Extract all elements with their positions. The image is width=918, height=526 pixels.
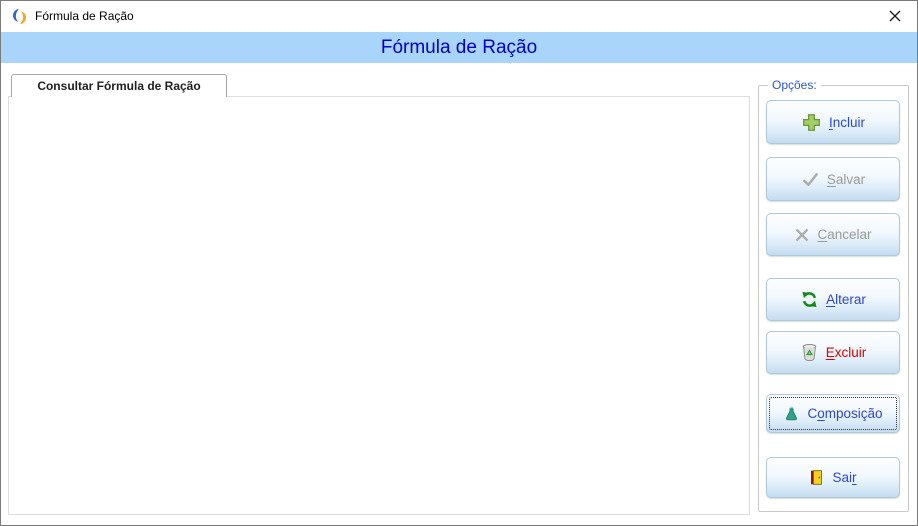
tab-page <box>8 96 750 515</box>
cancelar-button[interactable]: Cancelar <box>766 213 900 256</box>
incluir-button[interactable]: Incluir <box>766 100 900 144</box>
flask-icon <box>783 405 800 422</box>
excluir-button[interactable]: Excluir <box>766 331 900 374</box>
incluir-label: Incluir <box>829 115 865 130</box>
plus-icon <box>801 112 822 133</box>
alterar-button[interactable]: Alterar <box>766 278 900 321</box>
alterar-label: Alterar <box>826 292 866 307</box>
title-bar: Fórmula de Ração <box>1 1 917 32</box>
refresh-icon <box>800 290 819 309</box>
trash-icon <box>800 343 819 362</box>
window-title: Fórmula de Ração <box>35 9 134 23</box>
app-window: Fórmula de Ração Fórmula de Ração Consul… <box>0 0 918 526</box>
check-icon <box>801 170 820 189</box>
sair-label: Sair <box>832 470 856 485</box>
composicao-label: Composição <box>807 406 882 421</box>
page-title: Fórmula de Ração <box>381 37 537 59</box>
excluir-label: Excluir <box>826 345 867 360</box>
sair-button[interactable]: Sair <box>766 457 900 498</box>
tab-consultar[interactable]: Consultar Fórmula de Ração <box>11 74 227 97</box>
header-band: Fórmula de Ração <box>1 32 917 63</box>
door-icon <box>809 469 825 486</box>
close-button[interactable] <box>872 1 917 31</box>
group-label-opcoes: Opções: <box>768 78 821 92</box>
salvar-button[interactable]: Salvar <box>766 157 900 201</box>
composicao-button[interactable]: Composição <box>766 394 900 433</box>
app-logo-icon <box>10 7 29 26</box>
x-icon <box>794 227 810 243</box>
close-icon <box>889 10 901 22</box>
salvar-label: Salvar <box>827 172 865 187</box>
cancelar-label: Cancelar <box>817 227 871 242</box>
